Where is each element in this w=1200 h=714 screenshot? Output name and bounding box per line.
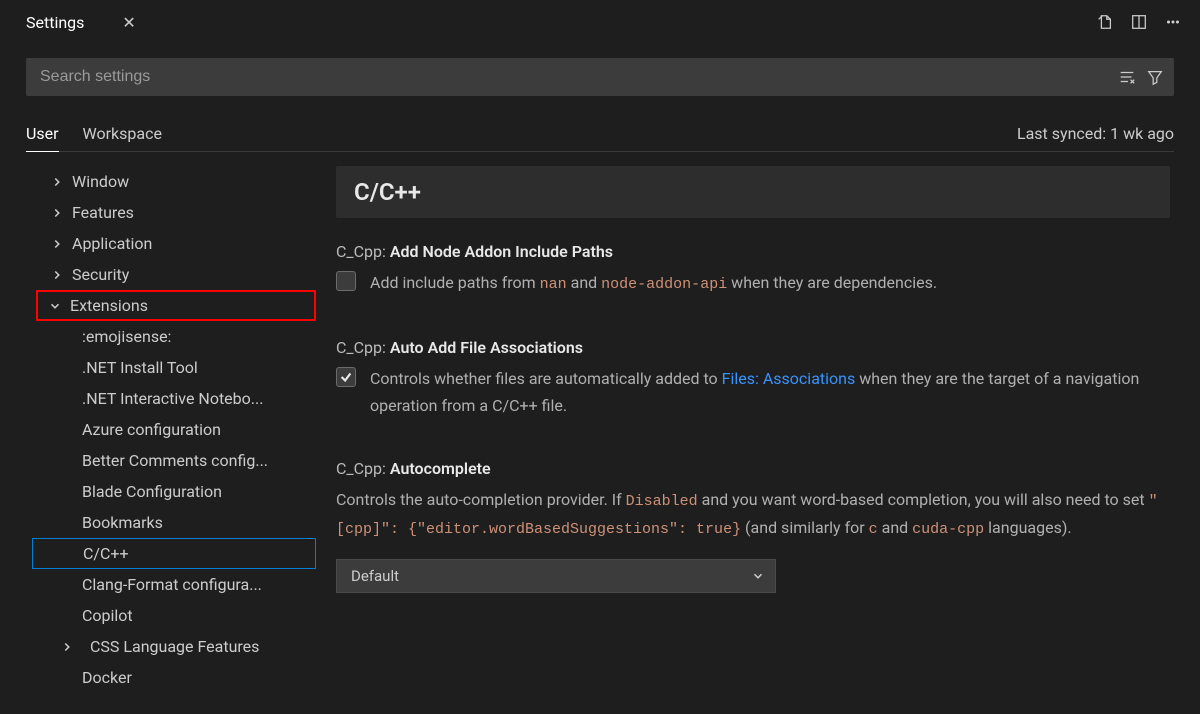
sidebar-item-label: Blade Configuration: [82, 482, 222, 501]
sidebar-item-label: Application: [72, 234, 152, 253]
tab-workspace[interactable]: Workspace: [83, 118, 162, 149]
setting-title: C_Cpp: Add Node Addon Include Paths: [336, 242, 1170, 261]
sidebar-item-label: C/C++: [83, 544, 129, 563]
setting-title: C_Cpp: Auto Add File Associations: [336, 338, 1170, 357]
sidebar: Window Features Application Security Extens…: [0, 166, 316, 714]
setting-description: Controls the auto-completion provider. I…: [336, 486, 1170, 543]
setting-description: Add include paths from nan and node-addo…: [370, 269, 937, 298]
sidebar-item[interactable]: Copilot: [38, 600, 316, 631]
setting-description: Controls whether files are automatically…: [370, 365, 1170, 419]
close-icon[interactable]: ✕: [122, 13, 135, 32]
setting-title: C_Cpp: Autocomplete: [336, 459, 1170, 478]
content-area: C/C++ C_Cpp: Add Node Addon Include Path…: [316, 166, 1200, 714]
chevron-right-icon: [50, 237, 64, 251]
sidebar-item-label: Better Comments config...: [82, 451, 268, 470]
checkbox[interactable]: [336, 271, 356, 291]
titlebar: Settings ✕: [0, 0, 1200, 44]
setting-link[interactable]: Files: Associations: [722, 369, 856, 388]
sidebar-item-label: :emojisense:: [82, 327, 171, 346]
sidebar-item[interactable]: Clang-Format configura...: [38, 569, 316, 600]
setting-item: C_Cpp: Add Node Addon Include Paths Add i…: [336, 242, 1170, 298]
sidebar-item[interactable]: C/C++: [32, 538, 316, 569]
setting-item: C_Cpp: Autocomplete Controls the auto-com…: [336, 459, 1170, 593]
filter-icon[interactable]: [1146, 68, 1164, 86]
section-header: C/C++: [336, 166, 1170, 218]
sidebar-item[interactable]: Azure configuration: [38, 414, 316, 445]
setting-item: C_Cpp: Auto Add File Associations Control…: [336, 338, 1170, 419]
sidebar-item[interactable]: Security: [38, 259, 316, 290]
sidebar-item-label: Extensions: [70, 296, 148, 315]
chevron-down-icon: [48, 299, 62, 313]
tab-label: Settings: [26, 13, 84, 32]
clear-filter-icon[interactable]: [1118, 68, 1136, 86]
tab-settings[interactable]: Settings ✕: [10, 0, 144, 44]
split-editor-icon[interactable]: [1130, 13, 1148, 31]
search-input[interactable]: [40, 68, 1118, 86]
sidebar-item[interactable]: Features: [38, 197, 316, 228]
scope-tabs: User Workspace Last synced: 1 wk ago: [26, 118, 1174, 152]
sidebar-item[interactable]: .NET Interactive Notebo...: [38, 383, 316, 414]
sidebar-item[interactable]: Application: [38, 228, 316, 259]
open-file-icon[interactable]: [1096, 13, 1114, 31]
sidebar-item-label: Features: [72, 203, 134, 222]
sidebar-item[interactable]: Better Comments config...: [38, 445, 316, 476]
sidebar-item[interactable]: Blade Configuration: [38, 476, 316, 507]
sidebar-item-extensions[interactable]: Extensions: [36, 290, 316, 321]
sidebar-item[interactable]: .NET Install Tool: [38, 352, 316, 383]
setting-body: Controls whether files are automatically…: [336, 365, 1170, 419]
chevron-right-icon: [60, 640, 74, 654]
sync-status: Last synced: 1 wk ago: [1017, 124, 1174, 143]
chevron-right-icon: [50, 206, 64, 220]
search-container: [26, 58, 1174, 96]
sidebar-item-label: Bookmarks: [82, 513, 163, 532]
sidebar-item[interactable]: Docker: [38, 662, 316, 693]
select-dropdown[interactable]: Default: [336, 559, 776, 593]
sidebar-item[interactable]: CSS Language Features: [38, 631, 316, 662]
sidebar-item[interactable]: Bookmarks: [38, 507, 316, 538]
sidebar-item-label: .NET Install Tool: [82, 358, 198, 377]
sidebar-item-label: Window: [72, 172, 129, 191]
setting-body: Add include paths from nan and node-addo…: [336, 269, 1170, 298]
chevron-right-icon: [50, 268, 64, 282]
sidebar-item[interactable]: Window: [38, 166, 316, 197]
sidebar-item-label: Docker: [82, 668, 132, 687]
more-actions-icon[interactable]: [1164, 13, 1182, 31]
sidebar-item-label: CSS Language Features: [90, 637, 259, 656]
sidebar-item[interactable]: :emojisense:: [38, 321, 316, 352]
sidebar-item-label: Copilot: [82, 606, 133, 625]
chevron-right-icon: [50, 175, 64, 189]
sidebar-item-label: Azure configuration: [82, 420, 221, 439]
sidebar-item-label: Clang-Format configura...: [82, 575, 262, 594]
checkbox[interactable]: [336, 367, 356, 387]
sidebar-item-label: .NET Interactive Notebo...: [82, 389, 263, 408]
sidebar-item-label: Security: [72, 265, 129, 284]
tab-user[interactable]: User: [26, 118, 59, 152]
